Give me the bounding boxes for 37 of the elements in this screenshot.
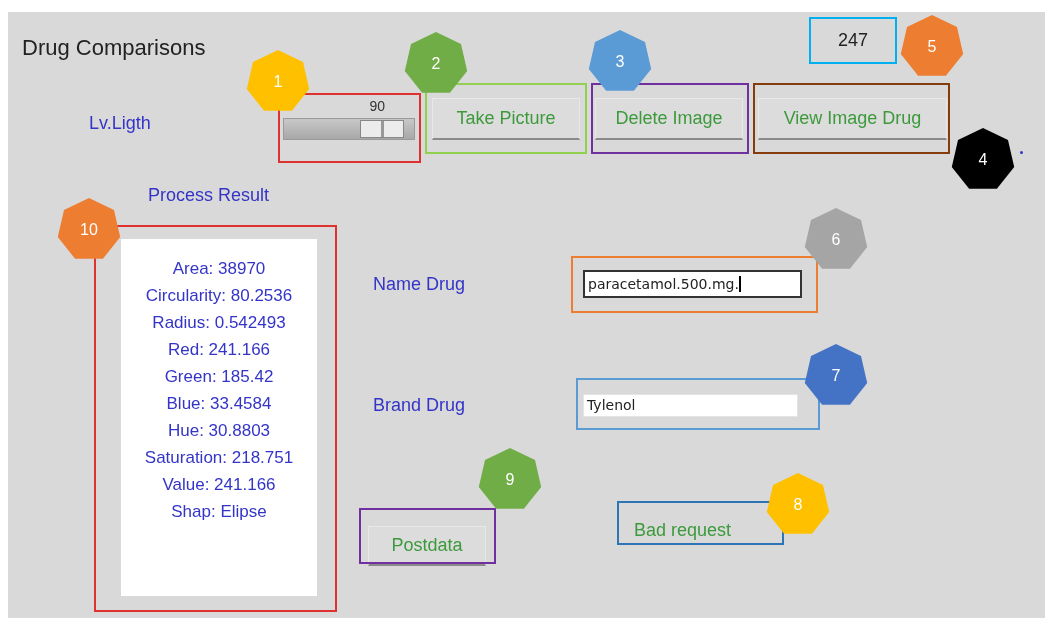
result-line: Value: 241.166 — [162, 474, 276, 496]
result-line: Area: 38970 — [172, 258, 266, 280]
result-line: Red: 241.166 — [167, 339, 271, 361]
slider-value: 90 — [369, 98, 385, 114]
section-title: Process Result — [148, 185, 270, 205]
counter-label: 247 — [836, 29, 869, 52]
result-line: Green: 185.42 — [164, 366, 274, 388]
action-button[interactable]: View Image Drug — [758, 98, 947, 140]
action-button[interactable]: Take Picture — [432, 98, 580, 140]
text-field[interactable]: Tylenol — [583, 394, 798, 417]
result-line: Saturation: 218.751 — [144, 447, 294, 469]
slider-thumb[interactable] — [360, 120, 404, 138]
callout-number: 10 — [79, 220, 99, 240]
callout-number: 1 — [272, 72, 284, 92]
dot-mark — [1020, 151, 1023, 154]
callout-number: 9 — [504, 470, 516, 490]
window-title: Drug Comparisons — [22, 36, 206, 62]
text-field[interactable]: paracetamol.500.mg. — [583, 270, 802, 298]
field-label: Name Drug — [373, 272, 467, 296]
callout-number: 8 — [792, 495, 804, 515]
callout-number: 3 — [614, 52, 626, 72]
post-button[interactable]: Postdata — [368, 525, 486, 566]
callout-number: 7 — [830, 366, 842, 386]
callout-number: 4 — [977, 150, 989, 170]
result-line: Radius: 0.542493 — [152, 312, 286, 334]
action-button[interactable]: Delete Image — [595, 98, 743, 140]
callout-number: 5 — [926, 37, 938, 57]
field-label: Brand Drug — [373, 394, 467, 417]
result-line: Blue: 33.4584 — [166, 393, 272, 415]
slider-label: Lv.Ligth — [89, 112, 152, 135]
result-line: Shap: Elipse — [171, 501, 267, 523]
slider-track[interactable] — [283, 118, 415, 140]
result-line: Circularity: 80.2536 — [145, 285, 293, 307]
status-message: Bad request — [634, 519, 732, 542]
result-line: Hue: 30.8803 — [167, 420, 271, 442]
callout-number: 6 — [830, 230, 842, 250]
callout-number: 2 — [430, 54, 442, 74]
